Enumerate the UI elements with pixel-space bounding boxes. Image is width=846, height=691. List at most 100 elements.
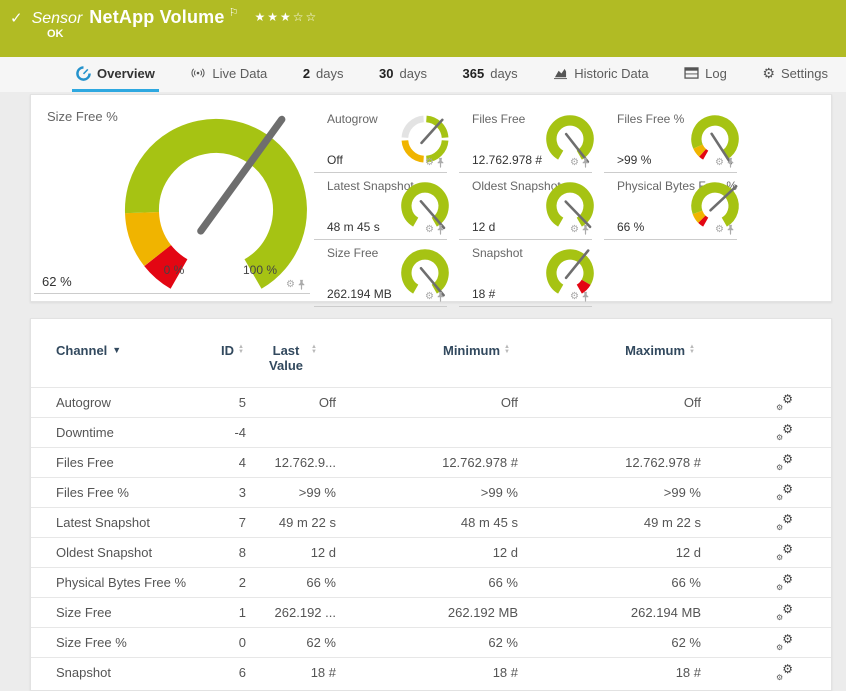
maximum-cell: 49 m 22 s bbox=[643, 515, 701, 530]
last-value-cell: 49 m 22 s bbox=[278, 515, 336, 530]
last-value-cell: 12 d bbox=[310, 545, 336, 560]
table-row[interactable]: Oldest Snapshot 8 12 d 12 d 12 d ⚙ ⚙ bbox=[31, 537, 831, 567]
tab-settings[interactable]: ⚙ Settings bbox=[758, 57, 832, 92]
table-row[interactable]: Downtime -4 ⚙ ⚙ bbox=[31, 417, 831, 447]
table-row[interactable]: Files Free 4 12.762.9... 12.762.978 # 12… bbox=[31, 447, 831, 477]
minimum-cell: 62 % bbox=[488, 635, 518, 650]
channel-table-header: Channel ▼ ID ▲ ▼ Last Value ▲ ▼ Minimum ▲ ▼… bbox=[31, 319, 831, 387]
tab-label: Overview bbox=[97, 65, 155, 81]
column-header-id[interactable]: ID ▲ ▼ bbox=[196, 343, 246, 358]
pin-icon[interactable] bbox=[436, 291, 445, 303]
channel-name-cell: Snapshot bbox=[56, 665, 111, 680]
channel-table-panel: Channel ▼ ID ▲ ▼ Last Value ▲ ▼ Minimum ▲ ▼… bbox=[30, 318, 832, 691]
channel-settings-icon[interactable]: ⚙ ⚙ bbox=[776, 453, 793, 472]
tab-label: days bbox=[399, 65, 427, 81]
gear-icon[interactable]: ⚙ bbox=[570, 158, 579, 168]
gauge-tile[interactable]: Snapshot 18 # ⚙ bbox=[459, 240, 594, 307]
last-value-cell: 12.762.9... bbox=[274, 455, 336, 470]
channel-settings-icon[interactable]: ⚙ ⚙ bbox=[776, 633, 793, 652]
object-kind-label: Sensor bbox=[31, 10, 83, 27]
tab-label: days bbox=[316, 65, 344, 81]
gear-icon[interactable]: ⚙ bbox=[715, 225, 724, 235]
minimum-cell: 18 # bbox=[492, 665, 518, 680]
channel-id-cell: 0 bbox=[238, 635, 246, 650]
column-header-minimum[interactable]: Minimum ▲ ▼ bbox=[336, 343, 518, 358]
gear-icon[interactable]: ⚙ bbox=[425, 158, 434, 168]
table-row[interactable]: Autogrow 5 Off Off Off ⚙ ⚙ bbox=[31, 387, 831, 417]
sort-icon: ▲ ▼ bbox=[238, 344, 244, 355]
sort-icon: ▲ ▼ bbox=[689, 344, 695, 355]
tab-label: Historic Data bbox=[574, 65, 649, 81]
maximum-cell: 12.762.978 # bbox=[625, 455, 701, 470]
tab-overview[interactable]: Overview bbox=[72, 57, 159, 92]
gauge-tile[interactable]: Files Free % >99 % ⚙ bbox=[604, 106, 739, 173]
channel-name-cell: Size Free bbox=[56, 605, 112, 620]
priority-stars[interactable]: ★★★☆☆ bbox=[254, 10, 318, 24]
tab-log[interactable]: Log bbox=[680, 57, 731, 92]
channel-id-cell: 7 bbox=[238, 515, 246, 530]
table-row[interactable]: Physical Bytes Free % 2 66 % 66 % 66 % ⚙… bbox=[31, 567, 831, 597]
channel-name-cell: Oldest Snapshot bbox=[56, 545, 153, 560]
live-icon bbox=[190, 66, 206, 80]
channel-table-body: Autogrow 5 Off Off Off ⚙ ⚙ Downtime -4 ⚙… bbox=[31, 387, 831, 687]
channel-settings-icon[interactable]: ⚙ ⚙ bbox=[776, 423, 793, 442]
table-row[interactable]: Size Free 1 262.192 ... 262.192 MB 262.1… bbox=[31, 597, 831, 627]
channel-name-cell: Latest Snapshot bbox=[56, 515, 150, 530]
tab-live-data[interactable]: Live Data bbox=[186, 57, 271, 92]
gauge-label: Oldest Snapshot bbox=[472, 179, 561, 193]
table-row[interactable]: Size Free % 0 62 % 62 % 62 % ⚙ ⚙ bbox=[31, 627, 831, 657]
gauge-tile[interactable]: Physical Bytes Free % 66 % ⚙ bbox=[604, 173, 739, 240]
channel-settings-icon[interactable]: ⚙ ⚙ bbox=[776, 663, 793, 682]
gear-icon[interactable]: ⚙ bbox=[570, 225, 579, 235]
pin-icon[interactable] bbox=[436, 224, 445, 236]
gear-icon[interactable]: ⚙ bbox=[286, 280, 295, 290]
channel-id-cell: 2 bbox=[238, 575, 246, 590]
gear-icon[interactable]: ⚙ bbox=[715, 158, 724, 168]
channel-settings-icon[interactable]: ⚙ ⚙ bbox=[776, 393, 793, 412]
channel-settings-icon[interactable]: ⚙ ⚙ bbox=[776, 573, 793, 592]
gauge-tile[interactable]: Files Free 12.762.978 # ⚙ bbox=[459, 106, 594, 173]
tab-label: Settings bbox=[780, 65, 828, 81]
gear-icon[interactable]: ⚙ bbox=[425, 225, 434, 235]
channel-id-cell: 1 bbox=[238, 605, 246, 620]
pin-icon[interactable] bbox=[581, 224, 590, 236]
tab-30-days[interactable]: 30 days bbox=[375, 57, 431, 92]
pin-icon[interactable] bbox=[726, 157, 735, 169]
flag-icon[interactable]: ⚐ bbox=[229, 6, 239, 19]
column-header-channel[interactable]: Channel ▼ bbox=[56, 343, 196, 358]
tab-historic-data[interactable]: Historic Data bbox=[549, 57, 652, 92]
gauge-scale-max: 100 % bbox=[242, 263, 278, 277]
channel-settings-icon[interactable]: ⚙ ⚙ bbox=[776, 483, 793, 502]
table-row[interactable]: Latest Snapshot 7 49 m 22 s 48 m 45 s 49… bbox=[31, 507, 831, 537]
last-value-cell: >99 % bbox=[298, 485, 336, 500]
gear-icon: ⚙ bbox=[762, 65, 775, 81]
pin-icon[interactable] bbox=[297, 279, 306, 291]
pin-icon[interactable] bbox=[726, 224, 735, 236]
table-row[interactable]: Snapshot 6 18 # 18 # 18 # ⚙ ⚙ bbox=[31, 657, 831, 687]
main-gauge-tile[interactable]: Size Free % 0 % 100 % 62 % ⚙ bbox=[34, 103, 310, 294]
column-header-last-value[interactable]: Last Value ▲ ▼ bbox=[246, 343, 336, 373]
tab-365-days[interactable]: 365 days bbox=[459, 57, 522, 92]
last-value-cell: 62 % bbox=[306, 635, 336, 650]
gauge-tile[interactable]: Size Free 262.194 MB ⚙ bbox=[314, 240, 449, 307]
last-value-cell: Off bbox=[318, 395, 336, 410]
pin-icon[interactable] bbox=[581, 157, 590, 169]
minimum-cell: Off bbox=[500, 395, 518, 410]
gauge-tile[interactable]: Oldest Snapshot 12 d ⚙ bbox=[459, 173, 594, 240]
gauge-label: Physical Bytes Free % bbox=[617, 179, 738, 193]
channel-settings-icon[interactable]: ⚙ ⚙ bbox=[776, 603, 793, 622]
table-row[interactable]: Files Free % 3 >99 % >99 % >99 % ⚙ ⚙ bbox=[31, 477, 831, 507]
channel-settings-icon[interactable]: ⚙ ⚙ bbox=[776, 513, 793, 532]
gear-icon[interactable]: ⚙ bbox=[570, 292, 579, 302]
pin-icon[interactable] bbox=[581, 291, 590, 303]
gauge-tile[interactable]: Autogrow Off ⚙ bbox=[314, 106, 449, 173]
tab-2-days[interactable]: 2 days bbox=[299, 57, 348, 92]
gauge-value: 66 % bbox=[617, 220, 645, 234]
sensor-status-header: ✓ Sensor NetApp Volume ⚐ ★★★☆☆ OK bbox=[0, 0, 846, 57]
column-header-maximum[interactable]: Maximum ▲ ▼ bbox=[518, 343, 701, 358]
gauge-tile[interactable]: Latest Snapshot 48 m 45 s ⚙ bbox=[314, 173, 449, 240]
gear-icon[interactable]: ⚙ bbox=[425, 292, 434, 302]
tab-number: 365 bbox=[462, 65, 485, 81]
pin-icon[interactable] bbox=[436, 157, 445, 169]
channel-settings-icon[interactable]: ⚙ ⚙ bbox=[776, 543, 793, 562]
